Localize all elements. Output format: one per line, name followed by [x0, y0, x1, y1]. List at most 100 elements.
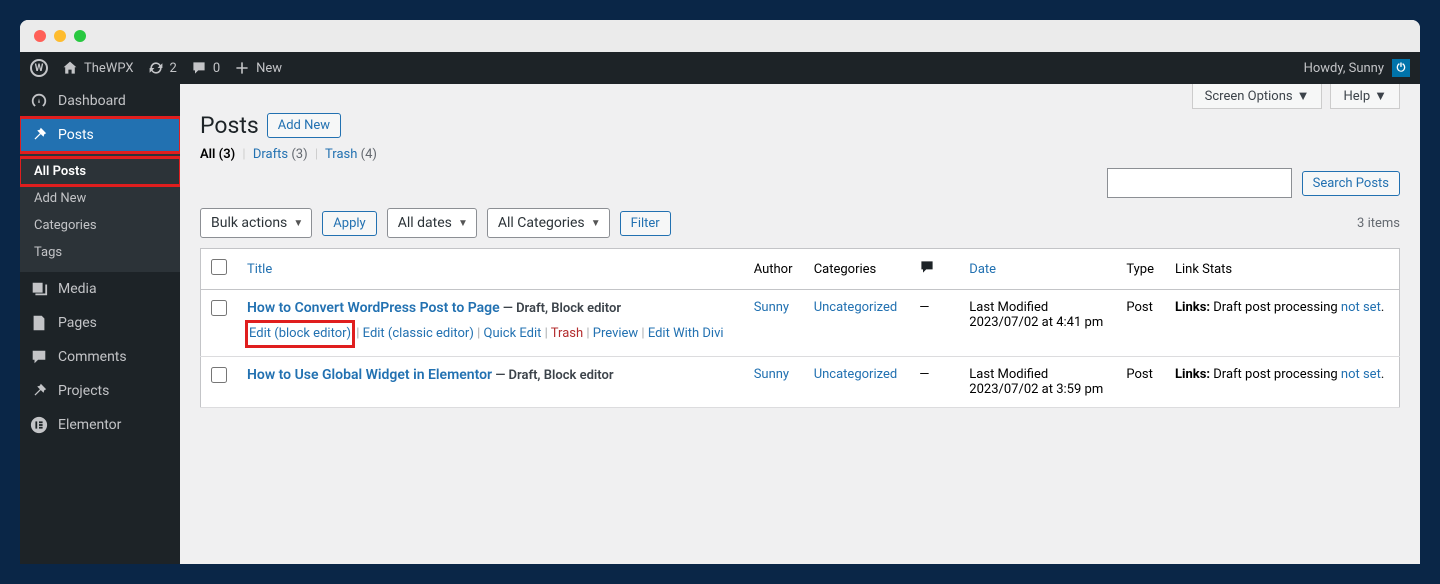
col-type: Type — [1116, 249, 1165, 290]
admin-bar: W TheWPX 2 0 New Howdy, Sunny ⏻ — [20, 52, 1420, 84]
page-icon — [30, 314, 48, 332]
submenu-tags[interactable]: Tags — [20, 239, 180, 266]
col-categories: Categories — [804, 249, 910, 290]
post-type: Post — [1116, 290, 1165, 357]
add-new-button[interactable]: Add New — [267, 113, 341, 138]
search-posts-button[interactable]: Search Posts — [1302, 171, 1400, 196]
sidebar-item-label: Comments — [58, 349, 127, 365]
home-icon — [62, 60, 78, 76]
close-window-icon[interactable] — [34, 30, 46, 42]
category-link[interactable]: Uncategorized — [814, 367, 897, 382]
sidebar-item-label: Elementor — [58, 417, 121, 433]
filter-button[interactable]: Filter — [620, 211, 671, 236]
search-input[interactable] — [1107, 168, 1292, 198]
comments-link[interactable]: 0 — [191, 60, 220, 76]
maximize-window-icon[interactable] — [74, 30, 86, 42]
date-label: Last Modified — [969, 367, 1048, 382]
date-filter-select[interactable]: All dates — [387, 208, 477, 238]
comments-count: — — [909, 290, 959, 357]
site-link[interactable]: TheWPX — [62, 60, 134, 76]
links-not-set[interactable]: not set — [1341, 300, 1381, 315]
sidebar-item-label: Projects — [58, 383, 109, 399]
col-date[interactable]: Date — [969, 262, 996, 277]
sidebar-item-dashboard[interactable]: Dashboard — [20, 84, 180, 118]
col-comments — [909, 249, 959, 290]
row-actions: Edit (block editor) | Edit (classic edit… — [247, 322, 734, 346]
new-content-link[interactable]: New — [234, 60, 282, 76]
sidebar-item-label: Media — [58, 281, 97, 297]
post-title-link[interactable]: How to Use Global Widget in Elementor — [247, 367, 492, 383]
author-link[interactable]: Sunny — [754, 300, 789, 315]
submenu-add-new[interactable]: Add New — [20, 185, 180, 212]
category-filter-select[interactable]: All Categories — [487, 208, 610, 238]
pin-icon — [30, 126, 48, 144]
post-title-link[interactable]: How to Convert WordPress Post to Page — [247, 300, 500, 316]
help-button[interactable]: Help ▼ — [1330, 84, 1400, 109]
row-checkbox[interactable] — [211, 367, 227, 383]
submenu-categories[interactable]: Categories — [20, 212, 180, 239]
sidebar-item-comments[interactable]: Comments — [20, 340, 180, 374]
edit-divi-link[interactable]: Edit With Divi — [648, 326, 724, 341]
sidebar-item-label: Posts — [58, 127, 94, 143]
comment-count: 0 — [213, 61, 220, 76]
post-status-filters: All (3) | Drafts (3) | Trash (4) — [200, 147, 1400, 162]
filter-all[interactable]: All (3) — [200, 147, 235, 162]
col-title[interactable]: Title — [247, 262, 272, 277]
date-label: Last Modified — [969, 300, 1048, 315]
posts-table: Title Author Categories Date Type Link S… — [200, 248, 1400, 408]
page-title: Posts — [200, 112, 259, 139]
chevron-down-icon: ▼ — [1297, 88, 1310, 104]
trash-link[interactable]: Trash — [551, 326, 583, 341]
sidebar-item-label: Pages — [58, 315, 97, 331]
main-content: Screen Options ▼ Help ▼ Posts Add New Al… — [180, 84, 1420, 564]
table-row: How to Use Global Widget in Elementor — … — [201, 357, 1400, 408]
speech-bubble-icon — [919, 259, 935, 275]
submenu-all-posts[interactable]: All Posts — [20, 158, 180, 185]
quick-edit-link[interactable]: Quick Edit — [484, 326, 542, 341]
author-link[interactable]: Sunny — [754, 367, 789, 382]
links-label: Links: — [1175, 300, 1210, 315]
links-not-set[interactable]: not set — [1341, 367, 1381, 382]
select-all-checkbox[interactable] — [211, 259, 227, 275]
speech-bubble-icon — [191, 60, 207, 76]
date-value: 2023/07/02 at 3:59 pm — [969, 382, 1103, 397]
sidebar-item-elementor[interactable]: Elementor — [20, 408, 180, 442]
row-checkbox[interactable] — [211, 300, 227, 316]
post-type: Post — [1116, 357, 1165, 408]
filter-trash[interactable]: Trash (4) — [325, 147, 377, 162]
sidebar-item-pages[interactable]: Pages — [20, 306, 180, 340]
sidebar-item-posts[interactable]: Posts — [20, 118, 180, 152]
mac-window-controls — [20, 20, 1420, 52]
admin-window: W TheWPX 2 0 New Howdy, Sunny ⏻ — [20, 20, 1420, 564]
refresh-icon — [148, 60, 164, 76]
sidebar-item-media[interactable]: Media — [20, 272, 180, 306]
edit-block-link[interactable]: Edit (block editor) — [247, 322, 353, 346]
wp-logo[interactable]: W — [30, 59, 48, 77]
links-text: Draft post processing — [1213, 300, 1337, 315]
minimize-window-icon[interactable] — [54, 30, 66, 42]
category-link[interactable]: Uncategorized — [814, 300, 897, 315]
screen-options-button[interactable]: Screen Options ▼ — [1192, 84, 1323, 109]
site-name: TheWPX — [84, 61, 134, 76]
edit-classic-link[interactable]: Edit (classic editor) — [363, 326, 474, 341]
item-count: 3 items — [1357, 216, 1400, 231]
bulk-actions-select[interactable]: Bulk actions — [200, 208, 312, 238]
new-label: New — [256, 61, 282, 76]
speech-bubble-icon — [30, 348, 48, 366]
help-label: Help — [1343, 89, 1370, 104]
col-link-stats: Link Stats — [1165, 249, 1400, 290]
user-menu[interactable]: Howdy, Sunny ⏻ — [1304, 59, 1410, 77]
screen-options-label: Screen Options — [1205, 89, 1293, 104]
preview-link[interactable]: Preview — [593, 326, 638, 341]
elementor-icon — [30, 416, 48, 434]
sidebar-item-projects[interactable]: Projects — [20, 374, 180, 408]
table-row: How to Convert WordPress Post to Page — … — [201, 290, 1400, 357]
updates-link[interactable]: 2 — [148, 60, 177, 76]
links-text: Draft post processing — [1213, 367, 1337, 382]
howdy-text: Howdy, Sunny — [1304, 61, 1384, 76]
post-state: — Draft, Block editor — [503, 301, 621, 316]
date-value: 2023/07/02 at 4:41 pm — [969, 315, 1103, 330]
apply-button[interactable]: Apply — [322, 211, 376, 236]
filter-drafts[interactable]: Drafts (3) — [253, 147, 308, 162]
dashboard-icon — [30, 92, 48, 110]
